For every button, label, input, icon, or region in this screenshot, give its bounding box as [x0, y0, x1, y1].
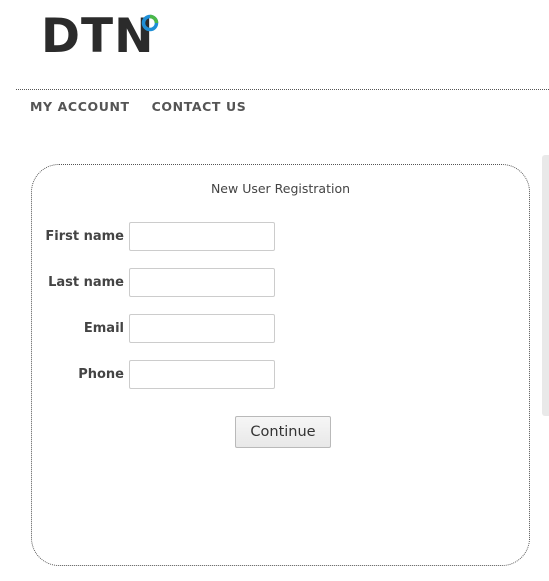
registration-panel: New User Registration First name Last na…	[31, 164, 530, 566]
logo-wordmark: DTN	[41, 9, 155, 64]
dtn-logo[interactable]: DTN	[41, 12, 163, 62]
side-scrollbar[interactable]	[542, 155, 549, 416]
form-title: New User Registration	[210, 181, 351, 196]
phone-input[interactable]	[129, 360, 275, 389]
last-name-label: Last name	[48, 275, 124, 290]
header-divider	[16, 89, 549, 90]
first-name-label: First name	[45, 229, 124, 244]
first-name-row: First name	[32, 222, 292, 252]
phone-row: Phone	[32, 360, 292, 390]
email-row: Email	[32, 314, 292, 344]
first-name-input[interactable]	[129, 222, 275, 251]
last-name-row: Last name	[32, 268, 292, 298]
email-label: Email	[83, 321, 124, 336]
email-input[interactable]	[129, 314, 275, 343]
nav-my-account[interactable]: MY ACCOUNT	[30, 99, 130, 114]
top-nav: MY ACCOUNT CONTACT US	[30, 99, 246, 114]
continue-button[interactable]: Continue	[235, 416, 331, 448]
logo-dot-icon	[141, 14, 159, 32]
nav-contact-us[interactable]: CONTACT US	[152, 99, 247, 114]
last-name-input[interactable]	[129, 268, 275, 297]
phone-label: Phone	[78, 367, 124, 382]
